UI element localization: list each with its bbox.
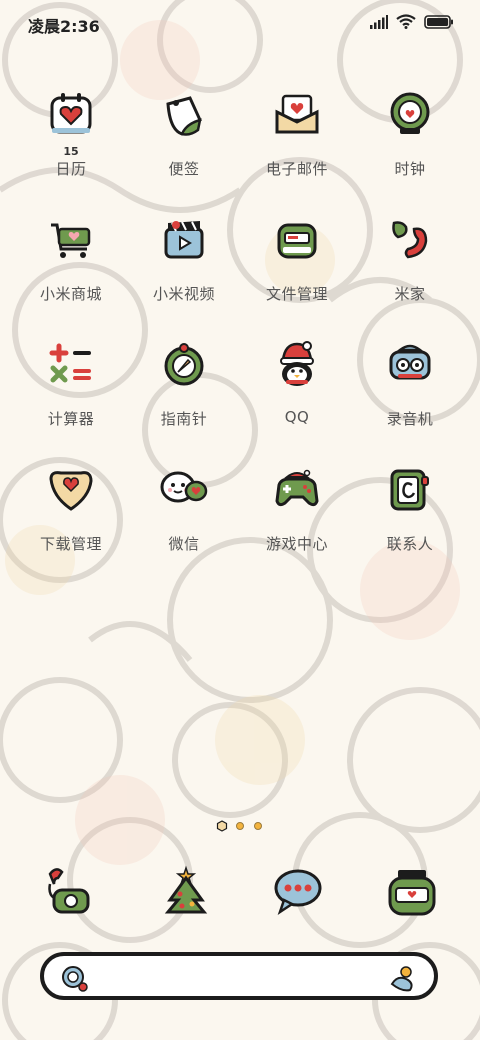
dock bbox=[0, 860, 480, 930]
app-label: 指南针 bbox=[160, 410, 208, 428]
page-dot-2[interactable] bbox=[234, 820, 246, 832]
compass-icon bbox=[164, 343, 204, 386]
battery-icon bbox=[424, 14, 453, 29]
cellular-signal-icon bbox=[370, 14, 388, 29]
penguin-icon bbox=[280, 341, 314, 386]
app-recorder[interactable]: 录音机 bbox=[355, 340, 465, 450]
app-calculator[interactable]: 计算器 bbox=[16, 340, 126, 450]
status-bar: 凌晨2:36 bbox=[0, 0, 480, 44]
app-label: 便签 bbox=[168, 160, 200, 178]
app-mi-video[interactable]: 小米视频 bbox=[129, 215, 239, 325]
shopping-cart-icon bbox=[51, 223, 91, 258]
app-label: 微信 bbox=[168, 535, 200, 553]
search-fish-icon[interactable] bbox=[388, 964, 418, 994]
page-dot-3[interactable] bbox=[252, 820, 264, 832]
app-label: 小米视频 bbox=[152, 285, 215, 303]
app-contacts[interactable]: 联系人 bbox=[355, 465, 465, 575]
message-icon[interactable] bbox=[270, 864, 326, 920]
browser-jar-icon[interactable] bbox=[384, 864, 440, 920]
search-bar[interactable] bbox=[40, 952, 438, 1000]
app-label: 下载管理 bbox=[39, 535, 102, 553]
app-calendar[interactable]: 15 日历 bbox=[16, 90, 126, 200]
recorder-icon bbox=[389, 344, 431, 380]
chat-bubbles-icon bbox=[160, 471, 208, 503]
email-icon bbox=[275, 94, 319, 134]
clock-icon bbox=[390, 92, 430, 134]
app-mi-store[interactable]: 小米商城 bbox=[16, 215, 126, 325]
gamepad-icon bbox=[275, 469, 319, 507]
app-file-manager[interactable]: 文件管理 bbox=[242, 215, 352, 325]
app-label: 文件管理 bbox=[265, 285, 328, 303]
phone-icon[interactable] bbox=[40, 864, 96, 920]
assistant-icon[interactable] bbox=[60, 964, 90, 994]
app-label: 小米商城 bbox=[39, 285, 102, 303]
page-indicator bbox=[0, 820, 480, 832]
download-icon bbox=[49, 471, 93, 511]
app-label: 游戏中心 bbox=[265, 535, 328, 553]
app-clock[interactable]: 时钟 bbox=[355, 90, 465, 200]
page-dot-1[interactable] bbox=[216, 820, 228, 832]
calendar-icon bbox=[50, 93, 92, 134]
app-label: QQ bbox=[284, 408, 310, 426]
calendar-day-badge: 15 bbox=[63, 145, 79, 158]
tree-icon[interactable] bbox=[158, 864, 214, 920]
app-download-manager[interactable]: 下载管理 bbox=[16, 465, 126, 575]
app-label: 日历 bbox=[55, 160, 87, 178]
app-wechat[interactable]: 微信 bbox=[129, 465, 239, 575]
app-compass[interactable]: 指南针 bbox=[129, 340, 239, 450]
app-label: 米家 bbox=[394, 285, 426, 303]
app-label: 计算器 bbox=[47, 410, 95, 428]
app-email[interactable]: 电子邮件 bbox=[242, 90, 352, 200]
app-label: 录音机 bbox=[386, 410, 434, 428]
file-manager-icon bbox=[277, 223, 317, 259]
calculator-icon bbox=[49, 343, 91, 383]
notes-icon bbox=[166, 96, 202, 136]
app-label: 电子邮件 bbox=[265, 160, 328, 178]
video-icon bbox=[164, 221, 204, 259]
status-icons bbox=[370, 14, 454, 29]
mijia-icon bbox=[392, 221, 428, 259]
wifi-icon bbox=[396, 14, 416, 29]
status-time: 凌晨2:36 bbox=[28, 17, 100, 36]
app-label: 时钟 bbox=[394, 160, 426, 178]
app-mijia[interactable]: 米家 bbox=[355, 215, 465, 325]
contacts-icon bbox=[390, 469, 429, 511]
app-qq[interactable]: QQ bbox=[242, 340, 352, 450]
app-notes[interactable]: 便签 bbox=[129, 90, 239, 200]
app-game-center[interactable]: 游戏中心 bbox=[242, 465, 352, 575]
app-label: 联系人 bbox=[386, 535, 434, 553]
